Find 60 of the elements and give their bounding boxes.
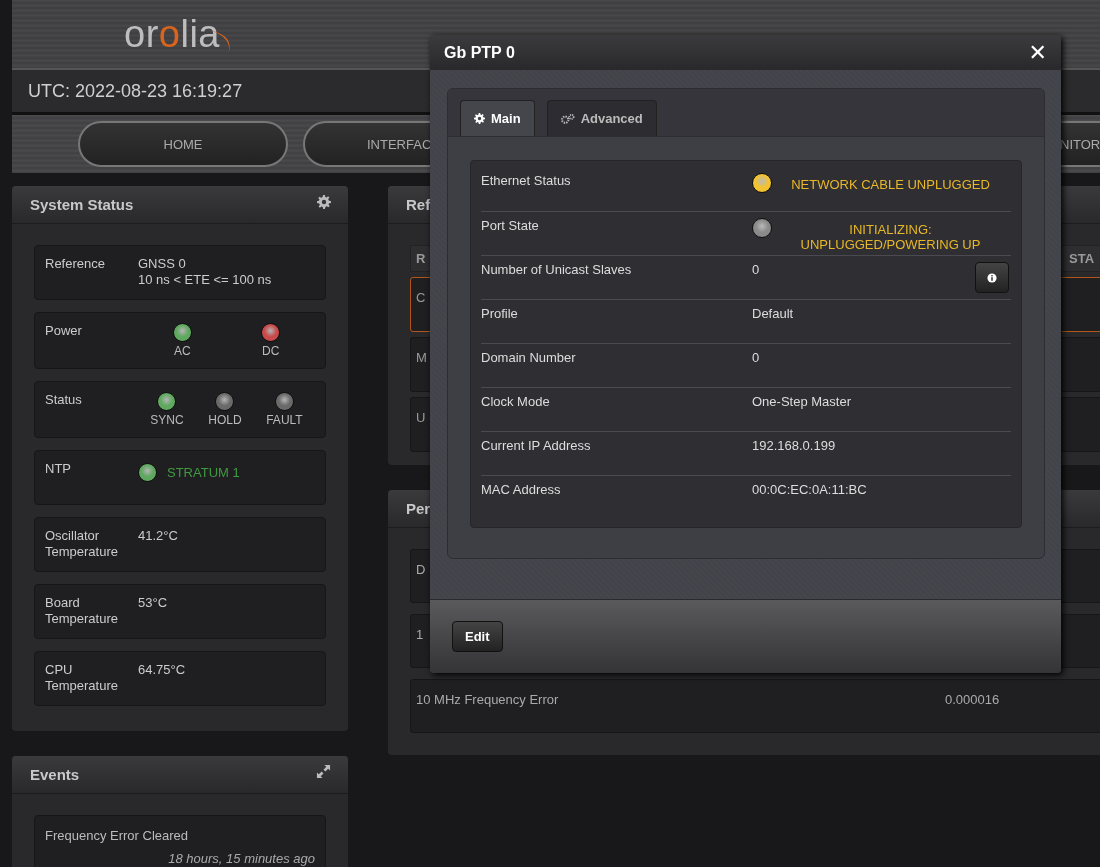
property-label: Port State	[481, 218, 540, 235]
column-header: STA	[1069, 251, 1095, 266]
status-label: Status	[45, 392, 83, 409]
edit-button[interactable]: Edit	[452, 621, 503, 652]
status-label: Power	[45, 323, 83, 340]
status-label: Oscillator Temperature	[45, 528, 119, 561]
status-value: 53°C	[138, 595, 169, 611]
status-label: Board Temperature	[45, 595, 119, 628]
gear-icon	[474, 113, 485, 124]
property-label: Clock Mode	[481, 394, 551, 411]
property-label: Ethernet Status	[481, 173, 572, 190]
event-message: Frequency Error Cleared	[45, 828, 190, 843]
logo: orolia	[124, 12, 236, 56]
metric-label: 10 MHz Frequency Error	[416, 692, 559, 707]
property-value: One-Step Master	[752, 394, 852, 409]
status-label: NTP	[45, 461, 72, 478]
light-label: AC	[173, 344, 191, 358]
status-value: 41.2°C	[138, 528, 179, 544]
panel-title: System Status	[30, 196, 134, 213]
light-label: FAULT	[266, 413, 303, 427]
expand-icon[interactable]	[316, 764, 331, 779]
property-label: Number of Unicast Slaves	[481, 262, 633, 279]
property-value: 0	[752, 262, 761, 277]
status-value: NETWORK CABLE UNPLUGGED	[790, 177, 991, 192]
property-label: MAC Address	[481, 482, 562, 499]
property-label: Domain Number	[481, 350, 577, 367]
panel-title: Per	[406, 500, 431, 517]
property-value: Default	[752, 306, 795, 321]
metric-value: 0.000016	[945, 692, 1000, 707]
utc-clock: UTC: 2022-08-23 16:19:27	[28, 80, 243, 102]
nav-button[interactable]: HOME	[78, 121, 288, 167]
status-value: STRATUM 1	[167, 465, 240, 480]
status-value: INITIALIZING: UNPLUGGED/POWERING UP	[799, 222, 982, 252]
property-value: 192.168.0.199	[752, 438, 837, 453]
status-value: GNSS 0	[138, 256, 187, 272]
info-button[interactable]	[975, 262, 1009, 293]
status-label: CPU Temperature	[45, 662, 119, 695]
metric-label: 1	[416, 627, 424, 642]
status-value: 64.75°C	[138, 662, 187, 678]
status-value: 10 ns < ETE <= 100 ns	[138, 272, 273, 288]
light-label: SYNC	[150, 413, 184, 427]
settings-icon[interactable]	[317, 194, 331, 209]
event-time: 18 hours, 15 minutes ago	[168, 851, 315, 866]
property-label: Profile	[481, 306, 519, 323]
close-button[interactable]: ✕	[1026, 40, 1049, 65]
info-icon	[987, 272, 997, 283]
light-label: HOLD	[208, 413, 242, 427]
metric-label: D	[416, 562, 426, 577]
property-value: 00:0C:EC:0A:11:BC	[752, 482, 868, 497]
gears-icon	[560, 113, 575, 124]
light-label: DC	[262, 344, 280, 358]
property-value: 0	[752, 350, 761, 365]
status-label: Reference	[45, 256, 106, 273]
tab[interactable]: Main	[460, 100, 535, 136]
tab[interactable]: Advanced	[546, 100, 657, 136]
column-header: R	[415, 251, 427, 266]
dialog-title: Gb PTP 0	[444, 43, 515, 62]
panel-title: Ref	[406, 196, 431, 213]
property-label: Current IP Address	[481, 438, 592, 455]
panel-title: Events	[30, 766, 80, 783]
